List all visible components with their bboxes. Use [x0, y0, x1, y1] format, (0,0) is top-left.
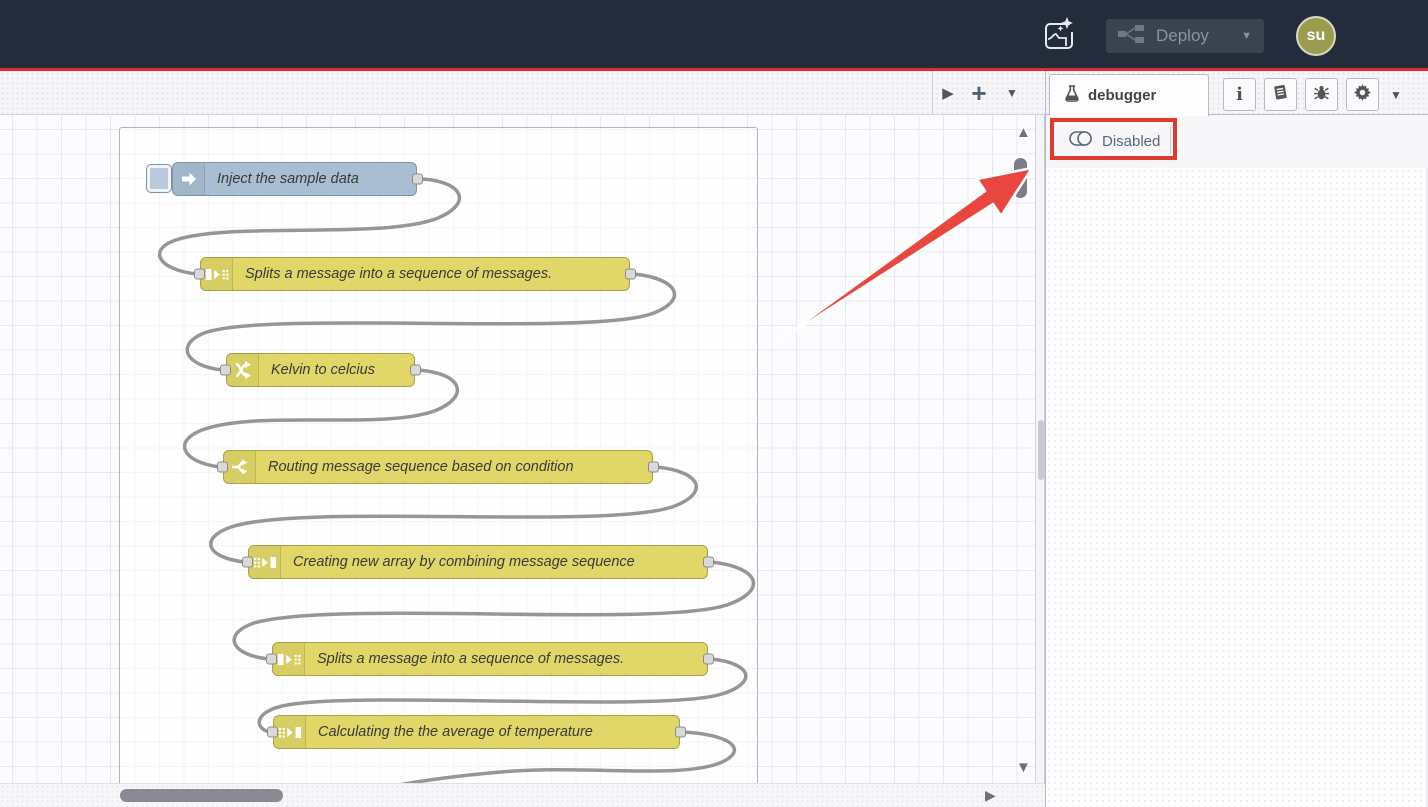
canvas-scrollbar-thumb[interactable]	[1014, 158, 1027, 198]
output-port[interactable]	[703, 557, 714, 568]
scroll-right-icon[interactable]: ▶	[985, 787, 996, 804]
tab-debugger-label: debugger	[1088, 87, 1156, 104]
node-label: Routing message sequence based on condit…	[256, 451, 584, 483]
deploy-button-label: Deploy	[1156, 26, 1209, 46]
tab-scroll-right-icon[interactable]: ▶	[934, 71, 962, 115]
sidebar-panel: debugger i	[1045, 71, 1428, 807]
input-port[interactable]	[220, 365, 231, 376]
inject-icon	[173, 163, 205, 195]
input-port[interactable]	[194, 269, 205, 280]
flow-list-chevron-icon[interactable]: ▼	[998, 71, 1026, 115]
app-header: Deploy ▼ su	[0, 0, 1428, 68]
flow-node-switch[interactable]: Routing message sequence based on condit…	[223, 450, 653, 484]
output-port[interactable]	[648, 462, 659, 473]
scroll-down-icon[interactable]: ▼	[1016, 760, 1031, 775]
output-port[interactable]	[410, 365, 421, 376]
disabled-toggle-label: Disabled	[1102, 133, 1160, 150]
split-icon	[273, 643, 305, 675]
gear-icon	[1354, 84, 1371, 106]
workspace-tabbar: ▶ + ▼	[0, 71, 1045, 115]
book-icon	[1272, 84, 1289, 106]
deploy-flow-icon	[1118, 25, 1144, 48]
avatar-initials: su	[1307, 27, 1326, 45]
settings-button[interactable]	[1346, 78, 1379, 111]
debug-button[interactable]	[1305, 78, 1338, 111]
flow-node-change[interactable]: Kelvin to celcius	[226, 353, 415, 387]
join-icon	[249, 546, 281, 578]
output-port[interactable]	[703, 654, 714, 665]
deploy-chevron-down-icon[interactable]: ▼	[1241, 30, 1252, 42]
flow-node-join[interactable]: Calculating the the average of temperatu…	[273, 715, 680, 749]
change-icon	[227, 354, 259, 386]
vertical-scrollbar-thumb[interactable]	[1038, 420, 1044, 480]
toolbar-separator	[1170, 127, 1171, 154]
ai-assist-icon[interactable]	[1040, 0, 1080, 68]
output-port[interactable]	[412, 174, 423, 185]
canvas-vertical-scrollbar[interactable]	[1035, 115, 1045, 783]
toggle-icon	[1069, 130, 1093, 152]
inject-trigger-button[interactable]	[146, 164, 172, 193]
user-avatar[interactable]: su	[1296, 16, 1336, 56]
flow-wires	[0, 115, 1035, 783]
deploy-button[interactable]: Deploy ▼	[1106, 19, 1264, 53]
info-icon: i	[1236, 84, 1243, 105]
bug-icon	[1313, 84, 1330, 106]
switch-icon	[224, 451, 256, 483]
header-accent-line	[0, 68, 1428, 71]
canvas-horizontal-scrollbar[interactable]: ▶	[0, 783, 1045, 807]
node-label: Kelvin to celcius	[259, 354, 385, 386]
input-port[interactable]	[217, 462, 228, 473]
disabled-toggle-button[interactable]: Disabled	[1059, 125, 1170, 157]
debugger-content-empty	[1046, 168, 1428, 807]
input-port[interactable]	[242, 557, 253, 568]
sidebar-chevron-down-icon[interactable]: ▼	[1390, 88, 1402, 102]
flask-icon	[1064, 85, 1080, 107]
input-port[interactable]	[267, 727, 278, 738]
output-port[interactable]	[675, 727, 686, 738]
node-label: Splits a message into a sequence of mess…	[233, 258, 562, 290]
node-label: Creating new array by combining message …	[281, 546, 645, 578]
scroll-up-icon[interactable]: ▲	[1016, 125, 1031, 140]
node-label: Inject the sample data	[205, 163, 369, 195]
node-label: Calculating the the average of temperatu…	[306, 716, 603, 748]
flow-node-join[interactable]: Creating new array by combining message …	[248, 545, 708, 579]
tab-debugger[interactable]: debugger	[1049, 74, 1209, 116]
node-label: Splits a message into a sequence of mess…	[305, 643, 634, 675]
main-menu-icon[interactable]	[1362, 23, 1398, 51]
add-flow-button[interactable]: +	[963, 71, 995, 115]
join-icon	[274, 716, 306, 748]
flow-canvas[interactable]: Inject the sample data Splits a message …	[0, 115, 1035, 783]
sidebar-tabbar: debugger i	[1046, 71, 1428, 115]
help-button[interactable]	[1264, 78, 1297, 111]
info-button[interactable]: i	[1223, 78, 1256, 111]
split-icon	[201, 258, 233, 290]
flow-node-inject[interactable]: Inject the sample data	[172, 162, 417, 196]
input-port[interactable]	[266, 654, 277, 665]
horizontal-scrollbar-thumb[interactable]	[120, 789, 283, 802]
tabbar-separator	[932, 71, 933, 115]
flow-node-split[interactable]: Splits a message into a sequence of mess…	[272, 642, 708, 676]
flow-node-split[interactable]: Splits a message into a sequence of mess…	[200, 257, 630, 291]
output-port[interactable]	[625, 269, 636, 280]
